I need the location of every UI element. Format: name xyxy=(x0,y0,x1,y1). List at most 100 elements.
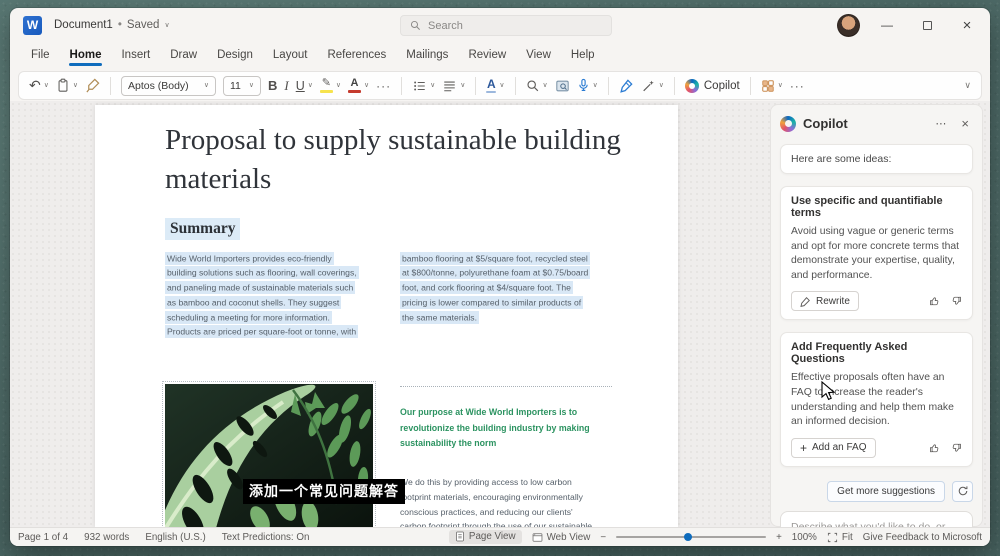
tab-mailings[interactable]: Mailings xyxy=(403,45,451,67)
tab-home[interactable]: Home xyxy=(67,45,105,67)
underline-glyph: U xyxy=(295,78,305,93)
plant-leaves-image[interactable] xyxy=(162,381,376,527)
italic-button[interactable]: I xyxy=(284,78,288,94)
column-separator xyxy=(400,386,612,387)
autoformat-button[interactable]: ∨ xyxy=(641,79,664,93)
zoom-in-button[interactable]: + xyxy=(776,532,782,543)
collapse-ribbon-button[interactable]: ∨ xyxy=(964,81,971,90)
format-painter-button[interactable] xyxy=(85,78,100,93)
suggestion-body: Effective proposals often have an FAQ to… xyxy=(791,372,954,428)
copilot-ribbon-button[interactable]: Copilot xyxy=(684,78,740,93)
clipboard-paste-icon xyxy=(58,78,68,92)
word-count[interactable]: 932 words xyxy=(84,532,129,543)
copilot-panel: Copilot ⋯ × Here are some ideas: Use spe… xyxy=(770,104,983,546)
tab-view[interactable]: View xyxy=(523,45,554,67)
column-left-paragraph[interactable]: Wide World Importers provides eco-friend… xyxy=(165,251,381,340)
document-page[interactable]: Proposal to supply sustainable building … xyxy=(95,105,678,527)
alignment-button[interactable]: ∨ xyxy=(442,79,465,93)
text-predictions-toggle[interactable]: Text Predictions: On xyxy=(222,532,310,543)
tab-file[interactable]: File xyxy=(28,45,53,67)
zoom-slider-knob[interactable] xyxy=(683,533,692,541)
styles-button[interactable]: A ∨ xyxy=(486,78,505,93)
summary-heading[interactable]: Summary xyxy=(165,218,241,240)
editor-button[interactable] xyxy=(619,78,634,93)
undo-icon: ↶ xyxy=(29,77,41,93)
rewrite-button[interactable]: Rewrite xyxy=(791,291,859,312)
web-view-button[interactable]: Web View xyxy=(532,532,590,543)
page-view-icon xyxy=(456,531,464,542)
close-button[interactable]: × xyxy=(954,12,980,38)
tab-design[interactable]: Design xyxy=(214,45,256,67)
column-right-paragraph[interactable]: bamboo flooring at $5/square foot, recyc… xyxy=(400,251,616,325)
intro-text: Here are some ideas: xyxy=(791,153,892,165)
thumbs-down-icon[interactable] xyxy=(950,442,962,454)
undo-button[interactable]: ↶ ∨ xyxy=(29,77,49,94)
tab-insert[interactable]: Insert xyxy=(118,45,153,67)
dictate-button[interactable]: ∨ xyxy=(577,78,598,93)
plant-leaves-illustration xyxy=(165,384,373,527)
tab-draw[interactable]: Draw xyxy=(167,45,200,67)
status-bar: Page 1 of 4 932 words English (U.S.) Tex… xyxy=(10,527,990,546)
text-highlight-button[interactable]: ✎ ∨ xyxy=(319,78,341,93)
copilot-close-button[interactable]: × xyxy=(957,114,973,133)
add-faq-button[interactable]: + Add an FAQ xyxy=(791,437,876,458)
toolbar-divider xyxy=(109,76,111,95)
find-media-button[interactable] xyxy=(555,79,570,93)
ribbon-toolbar: ↶ ∨ ∨ Aptos (Body) ∨ 11 ∨ B I U ∨ ✎ ∨ A … xyxy=(18,71,982,100)
get-more-suggestions-button[interactable]: Get more suggestions xyxy=(827,480,945,502)
body-paragraph[interactable]: We do this by providing access to low ca… xyxy=(400,475,616,527)
thumbs-up-icon[interactable] xyxy=(929,295,941,307)
thumbs-down-icon[interactable] xyxy=(950,295,962,307)
mouse-cursor xyxy=(821,381,836,401)
toolbar-divider xyxy=(514,76,516,95)
font-color-button[interactable]: A ∨ xyxy=(348,78,369,93)
underline-button[interactable]: U ∨ xyxy=(296,79,313,93)
word-app-icon[interactable]: W xyxy=(23,15,42,35)
page-indicator[interactable]: Page 1 of 4 xyxy=(18,532,68,543)
chevron-down-icon: ∨ xyxy=(43,82,49,89)
bullets-button[interactable]: ∨ xyxy=(412,79,435,93)
more-toolbar-options-button[interactable]: ··· xyxy=(790,79,805,93)
document-title-menu[interactable]: Document1 • Saved ∨ xyxy=(54,19,170,31)
chevron-down-icon: ∨ xyxy=(964,80,971,90)
highlighted-text[interactable]: Wide World Importers provides eco-friend… xyxy=(165,251,359,339)
chevron-down-icon: ∨ xyxy=(203,82,209,89)
maximize-button[interactable] xyxy=(914,12,940,38)
find-button[interactable]: ∨ xyxy=(526,79,548,93)
copilot-more-options-button[interactable]: ⋯ xyxy=(931,115,950,132)
document-heading[interactable]: Proposal to supply sustainable building … xyxy=(165,121,635,199)
copilot-icon xyxy=(780,115,796,132)
font-size-dropdown[interactable]: 11 ∨ xyxy=(222,75,261,96)
chevron-down-icon: ∨ xyxy=(430,82,436,89)
tab-layout[interactable]: Layout xyxy=(270,45,311,67)
thumbs-up-icon[interactable] xyxy=(929,442,941,454)
refresh-suggestions-button[interactable] xyxy=(952,480,973,502)
feedback-link[interactable]: Give Feedback to Microsoft xyxy=(863,532,982,543)
zoom-level[interactable]: 100% xyxy=(792,532,817,543)
tab-help[interactable]: Help xyxy=(568,45,598,67)
chevron-down-icon: ∨ xyxy=(658,82,664,89)
minimize-button[interactable]: — xyxy=(874,12,900,38)
font-name-dropdown[interactable]: Aptos (Body) ∨ xyxy=(120,75,216,96)
more-font-options-button[interactable]: ··· xyxy=(376,79,391,93)
chevron-down-icon: ∨ xyxy=(248,82,254,89)
language-selector[interactable]: English (U.S.) xyxy=(145,532,205,543)
bullet-separator: • xyxy=(117,19,122,31)
workspace: Proposal to supply sustainable building … xyxy=(10,101,990,546)
account-avatar[interactable] xyxy=(837,13,860,37)
page-view-button[interactable]: Page View xyxy=(448,530,522,544)
tab-references[interactable]: References xyxy=(324,45,389,67)
bullet-list-icon xyxy=(414,81,425,90)
zoom-out-button[interactable]: − xyxy=(600,532,606,543)
search-input[interactable]: Search xyxy=(400,15,612,36)
purpose-statement[interactable]: Our purpose at Wide World Importers is t… xyxy=(400,405,616,452)
tab-review[interactable]: Review xyxy=(465,45,509,67)
highlighted-text[interactable]: bamboo flooring at $5/square foot, recyc… xyxy=(400,251,591,324)
fit-button[interactable]: Fit xyxy=(827,532,853,543)
titlebar: W Document1 • Saved ∨ Search — × xyxy=(10,8,990,42)
zoom-slider[interactable] xyxy=(616,531,767,543)
paste-button[interactable]: ∨ xyxy=(56,78,78,93)
add-ins-button[interactable]: ∨ xyxy=(761,79,783,93)
bold-button[interactable]: B xyxy=(268,78,277,93)
font-color-icon: A xyxy=(348,78,361,93)
